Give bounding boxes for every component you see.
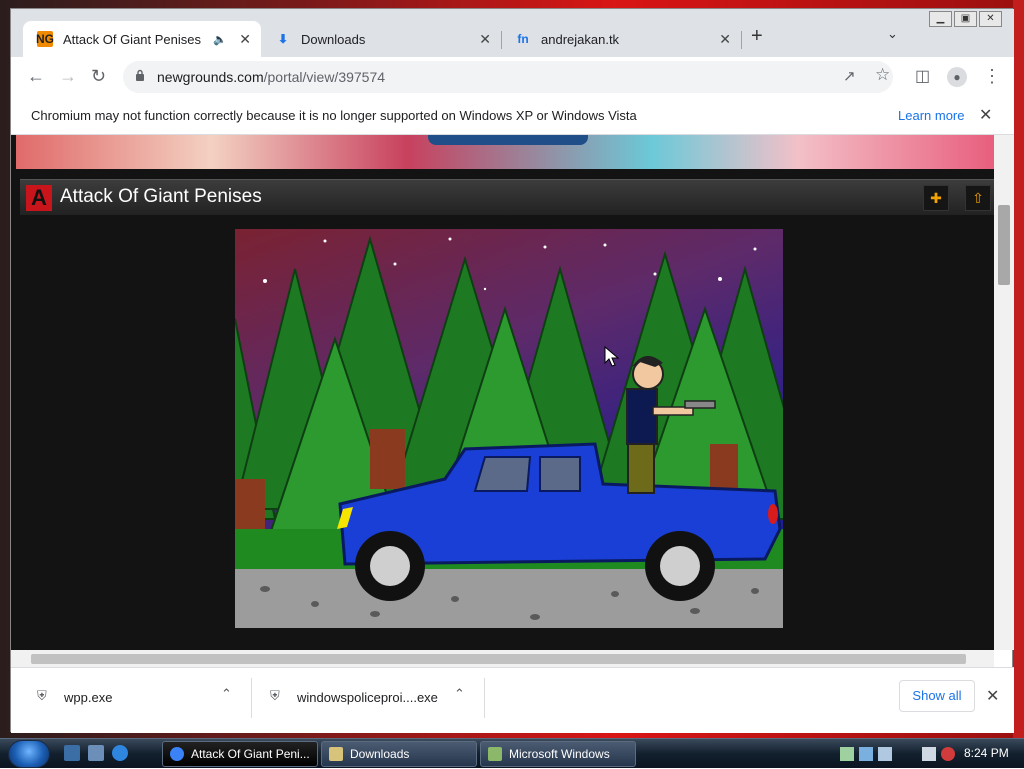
close-tab-icon[interactable]: ✕	[239, 31, 251, 48]
close-infobar-icon[interactable]: ✕	[979, 105, 992, 125]
shield-file-icon: ⛨	[270, 688, 280, 703]
game-stage[interactable]	[235, 229, 783, 628]
tab-strip: NG Attack Of Giant Penises 🔈 ✕ ⬇ Downloa…	[11, 9, 1014, 57]
folder-icon	[329, 747, 343, 761]
game-scene	[235, 235, 783, 628]
browser-window: NG Attack Of Giant Penises 🔈 ✕ ⬇ Downloa…	[10, 8, 1014, 733]
tray-app-icon[interactable]	[840, 747, 854, 761]
tab-downloads[interactable]: ⬇ Downloads ✕	[261, 21, 501, 57]
horizontal-scrollbar[interactable]	[11, 650, 994, 667]
shield-file-icon: ⛨	[37, 688, 47, 703]
task-label: Attack Of Giant Peni...	[191, 747, 310, 761]
switch-windows-icon[interactable]	[88, 745, 104, 761]
download-item-wpp[interactable]: ⛨ wpp.exe ⌃	[11, 668, 251, 728]
scroll-thumb[interactable]	[998, 205, 1010, 285]
tab-label: Downloads	[301, 31, 366, 47]
show-desktop-icon[interactable]	[64, 745, 80, 761]
share-icon[interactable]: ↗	[843, 67, 856, 85]
start-button[interactable]	[8, 740, 50, 768]
task-label: Downloads	[350, 747, 410, 761]
game-title: Attack Of Giant Penises	[60, 186, 262, 207]
minimize-button[interactable]: ▁	[929, 11, 952, 27]
download-filename: wpp.exe	[64, 690, 113, 705]
lock-icon	[136, 69, 144, 81]
banner-button[interactable]	[428, 135, 588, 145]
profile-avatar-icon[interactable]: ●	[947, 67, 967, 87]
tab-separator	[741, 31, 742, 49]
tray-network-icon[interactable]	[859, 747, 873, 761]
tab-search-chevron-icon[interactable]: ⌄	[887, 26, 898, 42]
learn-more-link[interactable]: Learn more	[898, 108, 964, 123]
infobar-message: Chromium may not function correctly beca…	[31, 108, 637, 123]
forward-arrow-icon[interactable]: →	[59, 66, 77, 87]
task-label: Microsoft Windows	[509, 747, 610, 761]
download-shelf: ⛨ wpp.exe ⌃ ⛨ windowspoliceproi....exe ⌃…	[11, 667, 1014, 733]
newgrounds-a-logo: A	[26, 185, 52, 211]
popout-game-button[interactable]: ⇧	[965, 185, 991, 211]
internet-explorer-icon[interactable]	[112, 745, 128, 761]
chevron-up-icon[interactable]: ⌃	[221, 686, 232, 702]
tab-label: andrejakan.tk	[541, 31, 620, 47]
download-separator	[484, 678, 485, 718]
show-all-button[interactable]: Show all	[899, 680, 975, 712]
browser-toolbar: ← → ↻ newgrounds.com/portal/view/397574 …	[11, 57, 1014, 97]
url-host: newgrounds.com	[157, 69, 264, 85]
download-item-windowspolice[interactable]: ⛨ windowspoliceproi....exe ⌃	[252, 668, 484, 728]
side-panel-icon[interactable]: ◫	[915, 66, 930, 86]
close-tab-icon[interactable]: ✕	[719, 31, 731, 48]
chevron-up-icon[interactable]: ⌃	[454, 686, 465, 702]
desktop-wallpaper-strip	[1013, 0, 1024, 740]
address-bar[interactable]: newgrounds.com/portal/view/397574 ↗ ☆	[123, 61, 893, 93]
download-filename: windowspoliceproi....exe	[297, 690, 438, 705]
maximize-button[interactable]: ▣	[954, 11, 977, 27]
tray-monitor-icon[interactable]	[922, 747, 936, 761]
star-icon[interactable]: ☆	[875, 65, 890, 85]
new-tab-button[interactable]: +	[751, 25, 763, 48]
shield-app-icon	[488, 747, 502, 761]
scroll-thumb[interactable]	[31, 654, 966, 664]
download-icon: ⬇	[277, 32, 289, 46]
close-tab-icon[interactable]: ✕	[479, 31, 491, 48]
task-attack-of-giant-penises[interactable]: Attack Of Giant Peni...	[162, 741, 318, 767]
window-controls: ▁ ▣ ✕	[929, 11, 1002, 27]
site-header-banner	[16, 135, 994, 169]
tab-andrejakan[interactable]: fn andrejakan.tk ✕	[501, 21, 741, 57]
close-window-button[interactable]: ✕	[979, 11, 1002, 27]
windows-taskbar: Attack Of Giant Peni... Downloads Micros…	[0, 738, 1024, 768]
newgrounds-icon: NG	[36, 31, 54, 47]
stars	[263, 237, 757, 291]
tab-label: Attack Of Giant Penises	[63, 31, 202, 47]
share-game-button[interactable]: ✚	[923, 185, 949, 211]
menu-kebab-icon[interactable]: ⋮	[983, 66, 1001, 87]
back-arrow-icon[interactable]: ←	[27, 66, 45, 87]
game-header: A Attack Of Giant Penises ✚ ⇧	[20, 179, 995, 215]
hand-cursor-icon	[604, 345, 620, 367]
url-path: /portal/view/397574	[263, 69, 386, 85]
task-microsoft-windows[interactable]: Microsoft Windows	[480, 741, 636, 767]
unsupported-os-infobar: Chromium may not function correctly beca…	[11, 97, 1014, 135]
url-text: newgrounds.com/portal/view/397574	[157, 69, 385, 85]
task-downloads[interactable]: Downloads	[321, 741, 477, 767]
chromium-icon	[170, 747, 184, 761]
reload-icon[interactable]: ↻	[91, 66, 106, 87]
tab-attack-of-giant-penises[interactable]: NG Attack Of Giant Penises 🔈 ✕	[23, 21, 261, 57]
fn-icon: fn	[517, 32, 529, 46]
taskbar-clock[interactable]: 8:24 PM	[964, 746, 1009, 760]
speaker-icon[interactable]: 🔈	[213, 33, 227, 46]
tray-muted-volume-icon[interactable]	[941, 747, 955, 761]
close-download-shelf-icon[interactable]: ✕	[986, 686, 999, 706]
vertical-scrollbar[interactable]	[994, 135, 1014, 650]
page-content: A Attack Of Giant Penises ✚ ⇧	[11, 135, 1014, 650]
tray-device-icon[interactable]	[878, 747, 892, 761]
